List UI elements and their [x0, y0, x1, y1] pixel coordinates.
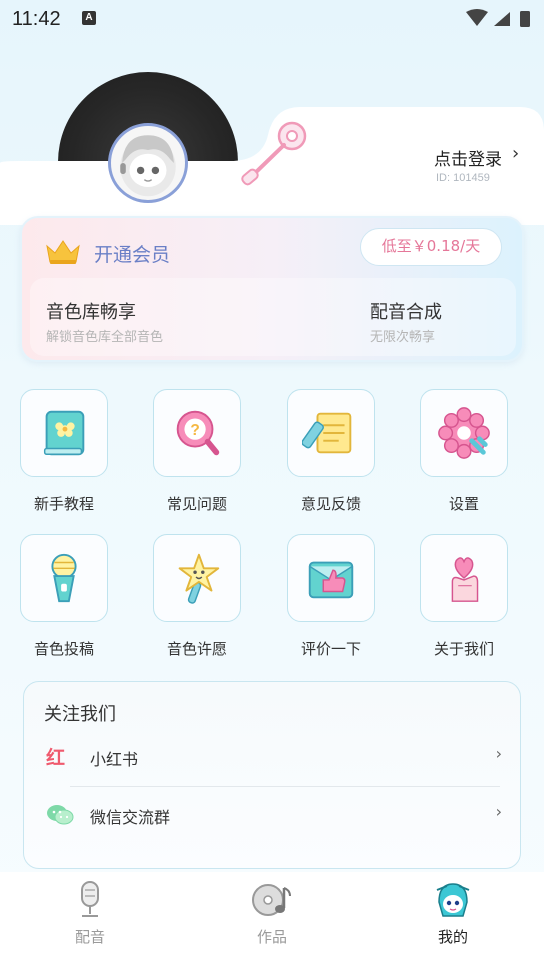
status-icons: [466, 9, 530, 27]
nav-tab-works[interactable]: 作品: [232, 880, 312, 947]
music-disc-icon: [252, 884, 291, 916]
grid-item-about[interactable]: 关于我们: [420, 534, 510, 659]
bottom-nav: 配音 作品 我的: [0, 872, 544, 968]
follow-label: 小红书: [90, 750, 139, 769]
avatar-girl-icon: [120, 135, 176, 197]
follow-title: 关注我们: [44, 704, 116, 725]
grid-label: 意见反馈: [300, 495, 361, 513]
login-button[interactable]: 点击登录: [434, 145, 502, 170]
nav-label: 我的: [437, 928, 468, 946]
status-bar: 11:42 A: [0, 0, 544, 38]
microphone-nav-icon: [81, 881, 99, 917]
vip-price-button[interactable]: 低至￥0.18/天: [360, 228, 502, 266]
star-wand-icon: [153, 534, 241, 622]
chevron-right-icon[interactable]: ›: [512, 143, 519, 164]
battery-icon: [520, 11, 530, 27]
wechat-icon: [47, 805, 74, 825]
xiaohongshu-icon: 红: [46, 747, 66, 769]
nav-tab-dubbing[interactable]: 配音: [50, 880, 130, 947]
thumbs-up-icon: [287, 534, 375, 622]
grid-item-tutorial[interactable]: 新手教程: [20, 389, 110, 514]
grid-item-feedback[interactable]: 意见反馈: [287, 389, 377, 514]
grid-item-voice-submit[interactable]: 音色投稿: [20, 534, 110, 659]
nav-label: 配音: [74, 928, 105, 946]
follow-item-wechat[interactable]: 微信交流群 ›: [24, 792, 522, 840]
grid-item-settings[interactable]: 设置: [420, 389, 510, 514]
grid-label: 音色许愿: [166, 640, 227, 658]
vip-card[interactable]: 开通会员 低至￥0.18/天 音色库畅享 解锁音色库全部音色 配音合成 无限次畅…: [20, 216, 524, 362]
chevron-right-icon: ›: [495, 802, 502, 821]
grid-label: 设置: [448, 495, 479, 513]
divider: [70, 786, 500, 787]
grid-label: 音色投稿: [33, 640, 94, 658]
benefit-subtitle: 解锁音色库全部音色: [46, 330, 164, 345]
vip-title: 开通会员: [94, 244, 171, 266]
wifi-icon: [466, 9, 488, 26]
svg-text:?: ?: [190, 422, 199, 439]
nav-label: 作品: [256, 928, 287, 946]
vip-benefits: 音色库畅享 解锁音色库全部音色 配音合成 无限次畅享: [30, 278, 516, 356]
grid-item-voice-wish[interactable]: 音色许愿: [153, 534, 243, 659]
grid-item-rate[interactable]: 评价一下: [287, 534, 377, 659]
benefit-title: 配音合成: [370, 302, 442, 323]
crown-icon: [46, 240, 80, 264]
mascot-icon: [436, 883, 470, 917]
tonearm-icon: [241, 121, 307, 186]
chevron-right-icon: ›: [495, 744, 502, 763]
grid-label: 评价一下: [300, 640, 361, 658]
user-id: ID: 101459: [436, 172, 490, 184]
avatar[interactable]: [108, 123, 188, 203]
microphone-icon: [20, 534, 108, 622]
benefit-subtitle: 无限次畅享: [370, 330, 436, 345]
grid-label: 新手教程: [33, 495, 94, 513]
heart-hand-icon: [420, 534, 508, 622]
status-time: 11:42: [12, 8, 61, 30]
grid-item-faq[interactable]: ? 常见问题: [153, 389, 243, 514]
nav-tab-mine[interactable]: 我的: [413, 880, 493, 947]
benefit-title: 音色库畅享: [46, 302, 136, 323]
feedback-note-icon: [287, 389, 375, 477]
follow-label: 微信交流群: [90, 808, 171, 827]
settings-gear-icon: [420, 389, 508, 477]
grid-label: 关于我们: [433, 640, 494, 658]
follow-item-xiaohongshu[interactable]: 红 小红书 ›: [24, 734, 522, 782]
notification-icon: A: [82, 11, 96, 25]
signal-icon: [494, 12, 510, 26]
follow-card: 关注我们 红 小红书 › 微信交流群 ›: [23, 681, 521, 869]
grid-label: 常见问题: [166, 495, 227, 513]
question-magnifier-icon: ?: [153, 389, 241, 477]
tutorial-book-icon: [20, 389, 108, 477]
